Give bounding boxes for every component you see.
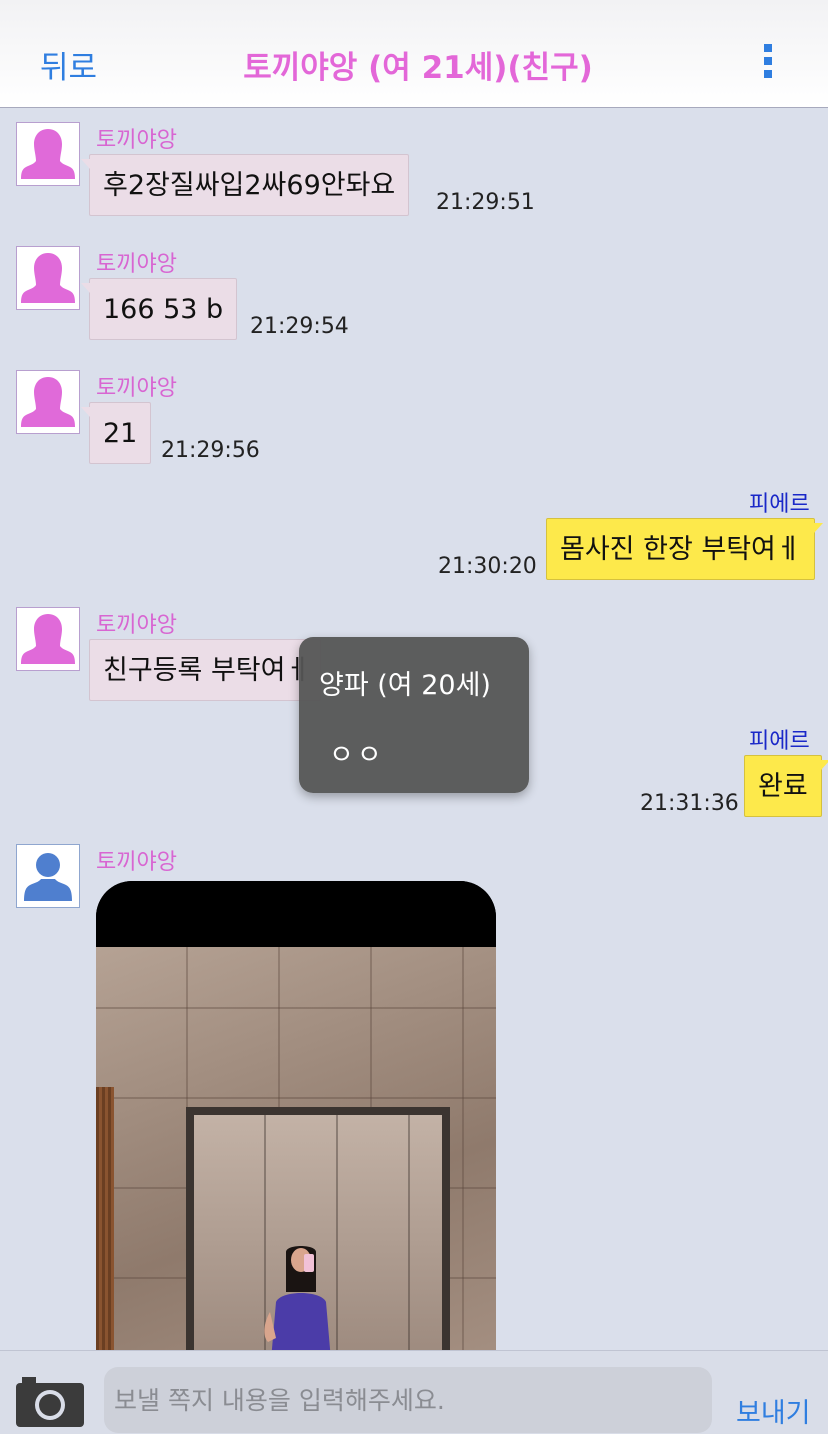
- message-bubble[interactable]: 166 53 b: [80, 278, 238, 340]
- female-avatar-icon[interactable]: [16, 607, 80, 671]
- photo-top-band: [96, 881, 496, 947]
- message-time: 21:29:56: [161, 438, 260, 463]
- female-avatar-icon[interactable]: [16, 370, 80, 434]
- photo-image: [96, 947, 496, 1350]
- send-button[interactable]: 보내기: [736, 1391, 811, 1430]
- message-bubble[interactable]: 몸사진 한장 부탁여ㅔ: [546, 518, 823, 580]
- message-bubble[interactable]: 완료: [744, 755, 828, 817]
- male-avatar-icon[interactable]: [16, 844, 80, 908]
- more-vertical-icon[interactable]: [762, 44, 774, 78]
- camera-icon[interactable]: [14, 1371, 86, 1429]
- my-name: 피에르: [749, 492, 810, 517]
- message-time: 21:29:51: [436, 190, 535, 215]
- message-bubble[interactable]: 21: [80, 402, 152, 464]
- popup-message: ㅇㅇ: [329, 740, 385, 771]
- sender-name: 토끼야앙: [96, 128, 177, 153]
- message-time: 21:31:36: [640, 791, 739, 816]
- female-avatar-icon[interactable]: [16, 122, 80, 186]
- chat-title: 토끼야앙 (여 21세)(친구): [243, 50, 593, 86]
- sender-name: 토끼야앙: [96, 613, 177, 638]
- photo-person: [264, 1246, 331, 1350]
- sender-name: 토끼야앙: [96, 252, 177, 277]
- message-input[interactable]: [104, 1367, 712, 1433]
- photo-door: [96, 1087, 114, 1350]
- message-time: 21:30:20: [438, 554, 537, 579]
- chat-message-list[interactable]: 토끼야앙 후2장질싸입2싸69안돠요 21:29:51 토끼야앙 166 53 …: [0, 108, 828, 1350]
- sender-name: 토끼야앙: [96, 376, 177, 401]
- popup-sender: 양파 (여 20세): [319, 670, 491, 701]
- message-bubble[interactable]: 친구등록 부탁여ㅔ: [89, 639, 321, 701]
- message-bubble[interactable]: 후2장질싸입2싸69안돠요: [80, 154, 410, 216]
- incoming-message-popup[interactable]: 양파 (여 20세) ㅇㅇ: [299, 637, 529, 793]
- top-nav-bar: 뒤로 토끼야앙 (여 21세)(친구): [0, 0, 828, 108]
- message-composer: 보내기: [0, 1350, 828, 1434]
- message-time: 21:29:54: [250, 314, 349, 339]
- photo-attachment[interactable]: [96, 881, 496, 1350]
- sender-name: 토끼야앙: [96, 850, 177, 875]
- female-avatar-icon[interactable]: [16, 246, 80, 310]
- my-name: 피에르: [749, 729, 810, 754]
